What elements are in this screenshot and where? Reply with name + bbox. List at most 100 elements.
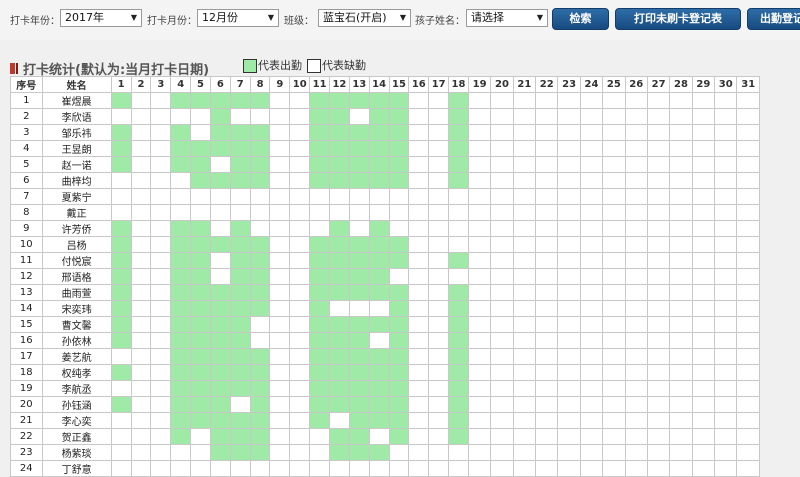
attendance-cell-present <box>309 156 331 173</box>
attendance-cell-absent <box>512 284 537 301</box>
attendance-cell-present <box>170 332 192 349</box>
attendance-cell-absent <box>428 252 450 269</box>
attendance-cell-absent <box>408 348 430 365</box>
attendance-cell-absent <box>736 268 760 285</box>
attendance-cell-present <box>249 300 271 317</box>
search-button[interactable]: 检索 <box>552 8 609 30</box>
attendance-cell-present <box>309 332 331 349</box>
attendance-cell-present <box>229 412 251 429</box>
attendance-cell-absent <box>557 268 581 285</box>
attendance-cell-absent <box>535 252 559 269</box>
row-number: 13 <box>10 284 43 301</box>
attendance-cell-absent <box>535 156 559 173</box>
attendance-cell-present <box>448 252 469 269</box>
attendance-cell-absent <box>736 92 760 109</box>
attendance-cell-absent <box>646 348 671 365</box>
table-row: 4 王昱朗 <box>10 140 760 157</box>
header-day: 7 <box>229 76 251 93</box>
attendance-cell-present <box>388 172 410 189</box>
attendance-cell-present <box>309 124 331 141</box>
table-row: 15 曹文馨 <box>10 316 760 333</box>
attendance-cell-absent <box>150 124 172 141</box>
attendance-cell-absent <box>691 380 716 397</box>
attendance-cell-absent <box>130 284 152 301</box>
attendance-cell-absent <box>490 172 514 189</box>
attendance-cell-absent <box>269 172 291 189</box>
year-select[interactable]: 2017年 ▼ <box>60 9 142 27</box>
attendance-cell-absent <box>736 284 760 301</box>
attendance-cell-absent <box>557 140 581 157</box>
attendance-cell-absent <box>602 92 626 109</box>
attendance-cell-absent <box>579 236 604 253</box>
class-select[interactable]: 蓝宝石(开启) ▼ <box>318 9 411 27</box>
table-row: 7 夏紫宁 <box>10 188 760 205</box>
attendance-cell-absent <box>579 428 604 445</box>
attendance-cell-present <box>348 412 370 429</box>
attendance-cell-present <box>249 268 271 285</box>
child-select[interactable]: 请选择 ▼ <box>466 9 548 27</box>
header-day: 30 <box>714 76 738 93</box>
attendance-cell-absent <box>714 172 738 189</box>
attendance-cell-absent <box>535 236 559 253</box>
attendance-cell-absent <box>490 444 514 461</box>
month-select[interactable]: 12月份 ▼ <box>197 9 279 27</box>
attendance-cell-absent <box>579 300 604 317</box>
attendance-cell-absent <box>289 316 311 333</box>
row-number: 7 <box>10 188 43 205</box>
attendance-cell-absent <box>329 412 350 429</box>
attendance-cell-absent <box>736 252 760 269</box>
attendance-cell-absent <box>512 108 537 125</box>
child-name: 赵一诺 <box>41 156 112 173</box>
attendance-cell-absent <box>190 108 211 125</box>
attendance-cell-absent <box>535 268 559 285</box>
child-name: 姜艺航 <box>41 348 112 365</box>
attendance-cell-absent <box>646 188 671 205</box>
attendance-cell-absent <box>512 364 537 381</box>
attendance-cell-absent <box>408 108 430 125</box>
attendance-cell-absent <box>557 380 581 397</box>
attendance-cell-present <box>209 236 231 253</box>
row-number: 15 <box>10 316 43 333</box>
attendance-cell-absent <box>646 284 671 301</box>
legend-present-label: 代表出勤 <box>258 59 302 72</box>
attendance-cell-absent <box>467 380 492 397</box>
attendance-cell-present <box>209 332 231 349</box>
attendance-cell-present <box>388 252 410 269</box>
attendance-cell-present <box>110 332 132 349</box>
attendance-cell-absent <box>669 124 693 141</box>
attendance-cell-present <box>249 428 271 445</box>
header-day: 31 <box>736 76 760 93</box>
attendance-cell-absent <box>602 348 626 365</box>
attendance-cell-present <box>229 124 251 141</box>
attendance-cell-absent <box>602 428 626 445</box>
attendance-cell-absent <box>535 188 559 205</box>
attendance-cell-absent <box>691 268 716 285</box>
row-number: 8 <box>10 204 43 221</box>
attendance-cell-absent <box>557 444 581 461</box>
row-number: 17 <box>10 348 43 365</box>
print-unswiped-button[interactable]: 打印未刷卡登记表 <box>615 8 741 30</box>
attendance-cell-absent <box>209 220 231 237</box>
export-attendance-button[interactable]: 出勤登记 <box>747 8 800 30</box>
attendance-cell-absent <box>428 204 450 221</box>
table-row: 10 吕杨 <box>10 236 760 253</box>
attendance-cell-absent <box>289 428 311 445</box>
attendance-cell-absent <box>348 204 370 221</box>
attendance-cell-absent <box>512 172 537 189</box>
attendance-cell-absent <box>269 284 291 301</box>
attendance-cell-absent <box>557 284 581 301</box>
attendance-cell-absent <box>209 252 231 269</box>
attendance-cell-absent <box>512 444 537 461</box>
attendance-cell-present <box>448 140 469 157</box>
attendance-cell-absent <box>736 364 760 381</box>
attendance-cell-present <box>368 220 390 237</box>
attendance-cell-absent <box>289 124 311 141</box>
attendance-cell-absent <box>467 204 492 221</box>
attendance-cell-absent <box>150 236 172 253</box>
attendance-cell-absent <box>624 444 648 461</box>
attendance-cell-absent <box>289 188 311 205</box>
attendance-cell-present <box>448 332 469 349</box>
child-name: 孙依林 <box>41 332 112 349</box>
attendance-cell-absent <box>490 428 514 445</box>
attendance-cell-absent <box>150 348 172 365</box>
